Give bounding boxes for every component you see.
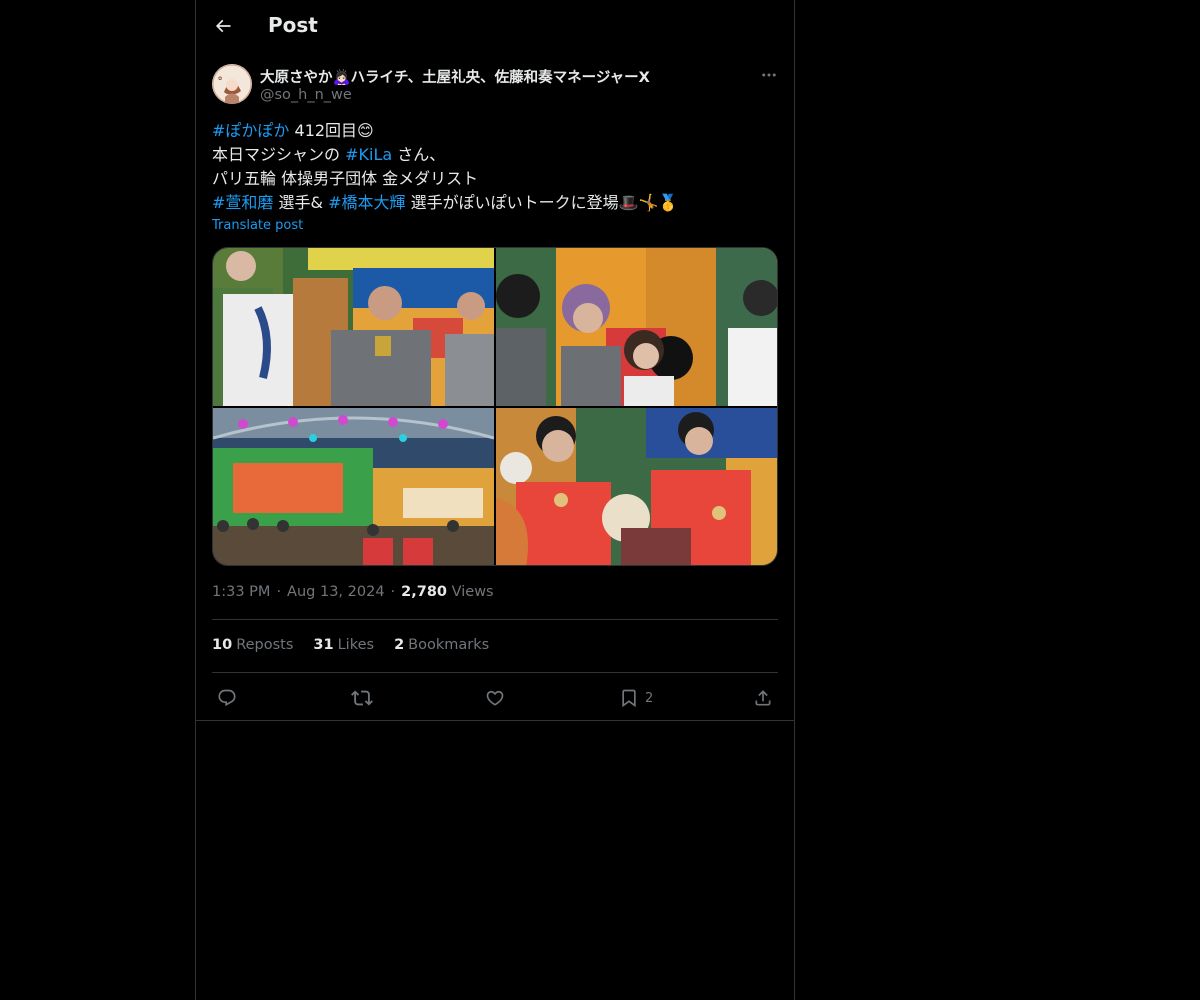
likes-label: Likes: [337, 637, 375, 653]
likes-stat[interactable]: 31 Likes: [313, 637, 374, 653]
hashtag-link[interactable]: #橋本大輝: [328, 193, 405, 212]
photo-image: [213, 248, 494, 406]
avatar[interactable]: ✿: [212, 64, 252, 104]
page-title: Post: [268, 13, 318, 37]
tweet-text-segment: 412回目😊: [289, 121, 374, 140]
more-options-button[interactable]: [758, 66, 780, 84]
hashtag-link[interactable]: #萱和磨: [212, 193, 273, 212]
divider: [196, 720, 794, 721]
author-handle[interactable]: @so_h_n_we: [260, 87, 352, 103]
tweet-text-segment: 選手&: [273, 193, 329, 212]
share-icon: [755, 690, 771, 706]
engagement-stats: 10 Reposts 31 Likes 2 Bookmarks: [212, 637, 489, 653]
photo-image: [496, 248, 777, 406]
media-photo-1[interactable]: [213, 248, 494, 406]
repost-icon: [351, 690, 373, 706]
views-label: Views: [451, 584, 494, 600]
tweet-text-segment: さん、: [392, 145, 446, 164]
post-date[interactable]: Aug 13, 2024: [287, 584, 385, 600]
bookmarks-count: 2: [394, 637, 405, 653]
heart-icon: [486, 690, 504, 706]
tweet-line: #ぽかぽか 412回目😊: [212, 119, 778, 143]
action-bar: 2: [196, 680, 794, 716]
divider: [212, 672, 778, 673]
reposts-count: 10: [212, 637, 233, 653]
bookmark-button[interactable]: 2: [619, 686, 653, 710]
svg-text:✿: ✿: [218, 76, 222, 82]
reply-icon: [218, 689, 236, 707]
hashtag-link[interactable]: #KiLa: [345, 145, 392, 164]
top-bar: Post: [196, 0, 794, 53]
main-column: Post ✿ 大原さやか🙇🏻‍♀️ハライチ、土屋礼央、佐藤和奏マネージャーX @…: [195, 0, 795, 1000]
arrow-left-icon: [215, 19, 231, 33]
tweet-line: パリ五輪 体操男子団体 金メダリスト: [212, 167, 778, 191]
hashtag-link[interactable]: #ぽかぽか: [212, 121, 289, 140]
avatar-image: ✿: [212, 64, 252, 104]
bookmarks-stat[interactable]: 2 Bookmarks: [394, 637, 489, 653]
share-button[interactable]: [753, 686, 773, 710]
media-photo-2[interactable]: [496, 248, 777, 406]
divider: [212, 619, 778, 620]
media-photo-4[interactable]: [496, 408, 777, 565]
tweet-text-segment: 本日マジシャンの: [212, 145, 346, 164]
like-button[interactable]: [485, 686, 505, 710]
meta-separator: ·: [276, 584, 282, 600]
bookmark-icon: [622, 689, 636, 708]
tweet-text-segment: パリ五輪 体操男子団体 金メダリスト: [212, 169, 479, 188]
post-time[interactable]: 1:33 PM: [212, 584, 270, 600]
likes-count: 31: [313, 637, 334, 653]
back-button[interactable]: [208, 11, 238, 41]
tweet-line: 本日マジシャンの #KiLa さん、: [212, 143, 778, 167]
reposts-stat[interactable]: 10 Reposts: [212, 637, 293, 653]
more-horizontal-icon: [762, 73, 776, 77]
translate-post-link[interactable]: Translate post: [212, 218, 303, 233]
repost-button[interactable]: [351, 686, 373, 710]
tweet-text: #ぽかぽか 412回目😊 本日マジシャンの #KiLa さん、 パリ五輪 体操男…: [212, 119, 778, 215]
views-count: 2,780: [401, 584, 448, 600]
media-photo-3[interactable]: [213, 408, 494, 565]
bookmarks-label: Bookmarks: [408, 637, 490, 653]
bookmark-count: 2: [645, 690, 654, 706]
author-name[interactable]: 大原さやか🙇🏻‍♀️ハライチ、土屋礼央、佐藤和奏マネージャーX: [260, 66, 650, 87]
media-grid: [212, 247, 778, 566]
tweet-text-segment: 選手がぽいぽいトークに登場🎩🤸🥇: [405, 193, 679, 212]
photo-image: [213, 408, 494, 565]
reply-button[interactable]: [217, 686, 237, 710]
tweet-line: #萱和磨 選手& #橋本大輝 選手がぽいぽいトークに登場🎩🤸🥇: [212, 191, 778, 215]
post-meta: 1:33 PM · Aug 13, 2024 · 2,780 Views: [212, 584, 494, 600]
reposts-label: Reposts: [236, 637, 294, 653]
photo-image: [496, 408, 777, 565]
meta-separator: ·: [390, 584, 396, 600]
